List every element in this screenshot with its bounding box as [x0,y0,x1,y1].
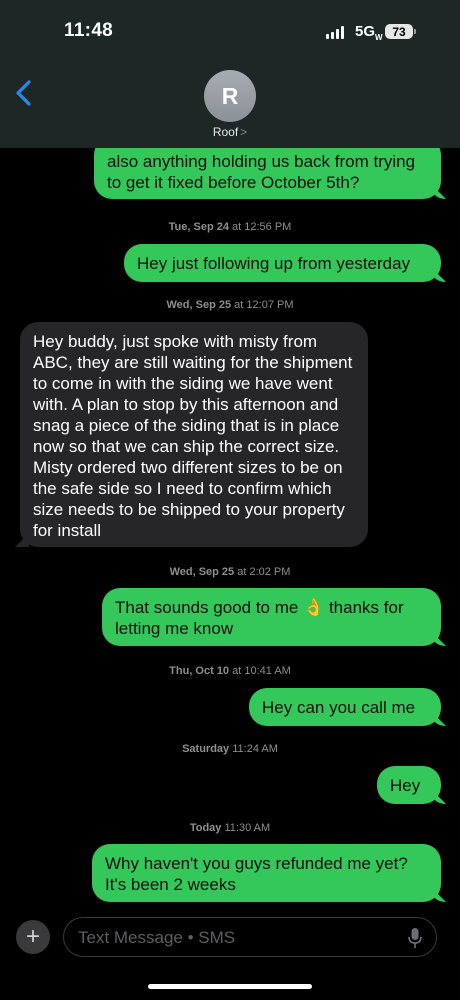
timestamp-day: Saturday [182,743,230,755]
timestamp-time: 11:24 AM [232,743,278,755]
message-text: Why haven't you guys refunded me yet? It… [105,854,408,894]
status-time: 11:48 [64,20,114,41]
timestamp: Today 11:30 AM [0,822,460,834]
battery-tip [414,29,416,34]
conversation-header: 11:48 5GW 73 R Roof > [0,0,460,148]
battery-icon: 73 [385,24,413,39]
status-bar: 11:48 5GW 73 [0,0,460,60]
message-input-container[interactable] [63,917,437,958]
microphone-icon[interactable] [408,927,422,949]
messages-screen: also anything holding us back from tryin… [0,0,460,1000]
network-type: 5GW [355,23,383,42]
message-bubble-sent[interactable]: Hey can you call me [249,688,441,726]
message-text: Hey can you call me [262,698,416,717]
cellular-signal-icon [326,26,344,39]
timestamp: Wed, Sep 25 at 2:02 PM [0,566,460,578]
timestamp-time: at 10:41 AM [232,665,291,677]
home-indicator[interactable] [148,984,312,989]
timestamp: Tue, Sep 24 at 12:56 PM [0,221,460,233]
message-text: Hey buddy, just spoke with misty from AB… [33,332,353,540]
timestamp-time: at 12:56 PM [232,221,292,233]
message-bubble-sent[interactable]: Hey [377,766,441,804]
message-bubble-sent[interactable]: Hey just following up from yesterday [124,244,441,282]
plus-button[interactable]: + [16,920,50,954]
timestamp-day: Wed, Sep 25 [169,566,235,578]
battery-level: 73 [392,24,406,39]
timestamp-time: 11:30 AM [224,822,271,834]
timestamp-day: Tue, Sep 24 [168,221,229,233]
chevron-left-icon [16,80,31,106]
contact-name-button[interactable]: Roof > [0,125,460,139]
timestamp-day: Thu, Oct 10 [169,665,230,677]
timestamp-day: Wed, Sep 25 [166,299,232,311]
timestamp-time: at 12:07 PM [234,299,294,311]
back-button[interactable] [12,78,38,108]
avatar-initial: R [221,82,239,109]
timestamp: Saturday 11:24 AM [0,743,460,755]
message-text: Hey just following up from yesterday [137,254,411,273]
contact-avatar[interactable]: R [204,70,256,122]
message-text: Hey [390,776,421,795]
message-bubble-sent[interactable]: That sounds good to me 👌 thanks for lett… [102,588,441,646]
timestamp: Wed, Sep 25 at 12:07 PM [0,299,460,311]
chevron-right-icon: > [240,125,248,139]
message-text: That sounds good to me 👌 thanks for lett… [115,598,404,638]
plus-icon: + [25,923,40,950]
message-text: also anything holding us back from tryin… [107,152,416,192]
timestamp-time: at 2:02 PM [237,566,291,578]
contact-name: Roof [212,125,239,139]
message-bubble-received[interactable]: Hey buddy, just spoke with misty from AB… [20,322,368,547]
message-input[interactable] [76,918,400,958]
timestamp: Thu, Oct 10 at 10:41 AM [0,665,460,677]
message-bubble-sent[interactable]: Why haven't you guys refunded me yet? It… [92,844,441,902]
timestamp-day: Today [189,822,222,834]
